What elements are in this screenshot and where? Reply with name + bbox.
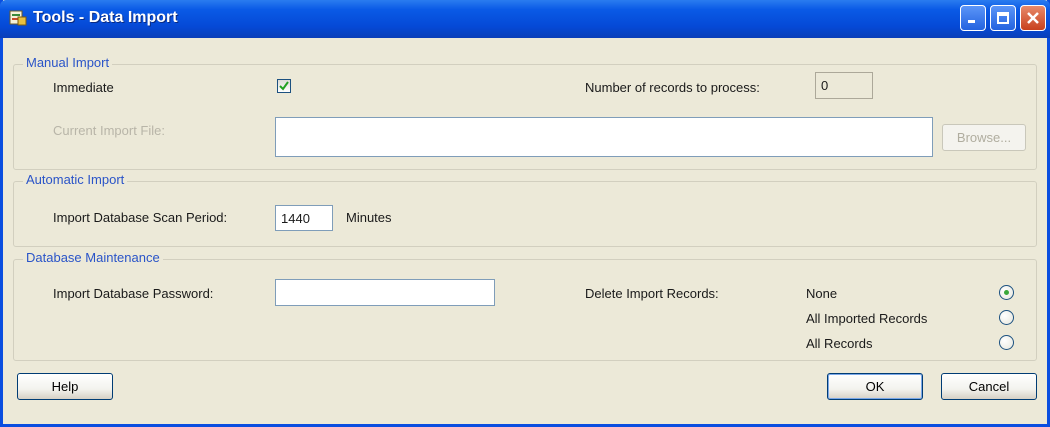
- current-import-file-label: Current Import File:: [53, 123, 165, 138]
- delete-option-imported-label: All Imported Records: [806, 311, 928, 326]
- checkmark-icon: [279, 81, 289, 91]
- window-title: Tools - Data Import: [33, 9, 178, 26]
- immediate-label: Immediate: [53, 80, 114, 95]
- cancel-button[interactable]: Cancel: [941, 373, 1037, 400]
- records-to-process-label: Number of records to process:: [585, 80, 760, 95]
- minimize-button[interactable]: [960, 5, 986, 31]
- current-import-file-field[interactable]: [275, 117, 933, 157]
- close-icon: [1027, 12, 1039, 24]
- import-password-label: Import Database Password:: [53, 286, 214, 301]
- delete-option-none-radio[interactable]: [999, 285, 1014, 300]
- close-button[interactable]: [1020, 5, 1046, 31]
- manual-import-title: Manual Import: [23, 55, 113, 70]
- scan-period-field[interactable]: [275, 205, 333, 231]
- app-icon: [9, 9, 27, 27]
- delete-option-none-label: None: [806, 286, 838, 301]
- data-import-dialog: Tools - Data Import Manual Import Immedi…: [0, 0, 1050, 427]
- database-maintenance-title: Database Maintenance: [23, 250, 163, 265]
- browse-button[interactable]: Browse...: [942, 124, 1026, 151]
- database-maintenance-group: [13, 259, 1037, 361]
- maximize-button[interactable]: [990, 5, 1016, 31]
- delete-option-all-label: All Records: [806, 336, 873, 351]
- delete-import-records-label: Delete Import Records:: [585, 286, 719, 301]
- automatic-import-title: Automatic Import: [23, 172, 128, 187]
- title-bar[interactable]: Tools - Data Import: [0, 0, 1050, 38]
- scan-period-unit: Minutes: [346, 210, 392, 225]
- help-button[interactable]: Help: [17, 373, 113, 400]
- delete-option-imported-radio[interactable]: [999, 310, 1014, 325]
- immediate-checkbox[interactable]: [277, 79, 291, 93]
- maximize-icon: [997, 12, 1009, 24]
- records-to-process-field: [815, 72, 873, 99]
- radio-selected-dot: [1004, 290, 1009, 295]
- scan-period-label: Import Database Scan Period:: [53, 210, 228, 225]
- minimize-icon: [968, 20, 975, 23]
- delete-option-all-radio[interactable]: [999, 335, 1014, 350]
- ok-button[interactable]: OK: [827, 373, 923, 400]
- import-password-field[interactable]: [275, 279, 495, 306]
